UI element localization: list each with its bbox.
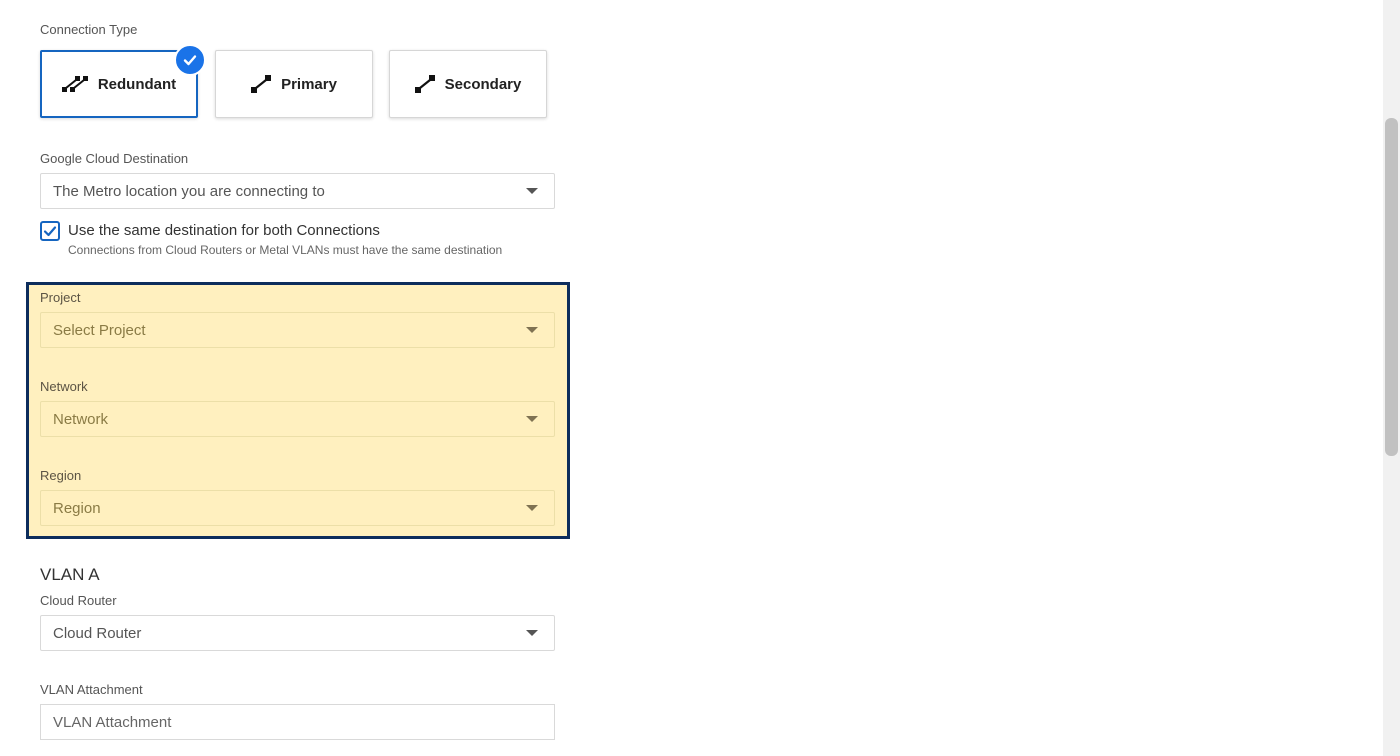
destination-placeholder: The Metro location you are connecting to	[53, 182, 325, 200]
network-select[interactable]: Network	[40, 401, 555, 437]
cloud-router-select[interactable]: Cloud Router	[40, 615, 555, 651]
vlan-attachment-label: VLAN Attachment	[40, 682, 143, 697]
connection-type-primary[interactable]: Primary	[215, 50, 373, 118]
same-destination-checkbox[interactable]	[40, 221, 60, 241]
vlan-a-title: VLAN A	[40, 565, 100, 584]
connection-type-secondary[interactable]: Secondary	[389, 50, 547, 118]
redundant-connection-icon	[61, 76, 88, 92]
chevron-down-icon	[526, 188, 538, 194]
vlan-attachment-input[interactable]	[40, 704, 555, 740]
single-connection-icon	[414, 75, 435, 93]
same-destination-label: Use the same destination for both Connec…	[68, 222, 380, 239]
network-placeholder: Network	[53, 410, 109, 428]
region-label: Region	[40, 468, 82, 483]
project-select[interactable]: Select Project	[40, 312, 555, 348]
connection-type-primary-label: Primary	[281, 75, 337, 93]
cloud-router-label: Cloud Router	[40, 593, 117, 608]
region-placeholder: Region	[53, 499, 101, 517]
project-placeholder: Select Project	[53, 321, 146, 339]
selected-check-icon	[174, 44, 206, 76]
connection-type-label: Connection Type	[40, 22, 138, 37]
connection-type-redundant-label: Redundant	[97, 75, 177, 93]
cloud-router-placeholder: Cloud Router	[53, 624, 142, 642]
region-select[interactable]: Region	[40, 490, 555, 526]
single-connection-icon	[251, 75, 272, 93]
chevron-down-icon	[526, 505, 538, 511]
checkmark-icon	[43, 226, 57, 237]
chevron-down-icon	[526, 630, 538, 636]
chevron-down-icon	[526, 416, 538, 422]
project-label: Project	[40, 290, 81, 305]
connection-type-secondary-label: Secondary	[444, 75, 522, 93]
destination-select[interactable]: The Metro location you are connecting to	[40, 173, 555, 209]
scrollbar-thumb[interactable]	[1385, 118, 1398, 456]
destination-label: Google Cloud Destination	[40, 151, 189, 166]
page-scrollbar[interactable]	[1383, 0, 1400, 756]
network-label: Network	[40, 379, 88, 394]
same-destination-hint: Connections from Cloud Routers or Metal …	[68, 243, 503, 257]
chevron-down-icon	[526, 327, 538, 333]
